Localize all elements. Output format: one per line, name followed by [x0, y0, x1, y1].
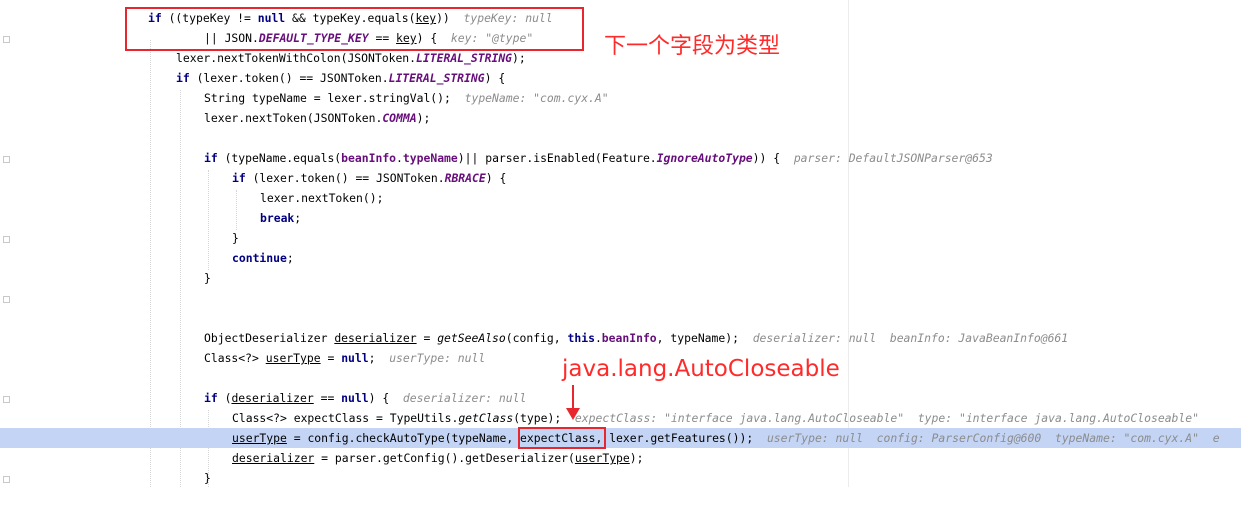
code-token: Class<?> expectClass = TypeUtils.	[232, 411, 459, 425]
code-token: this	[567, 331, 595, 345]
code-token: );	[512, 51, 526, 65]
code-line[interactable]: continue;	[0, 248, 1241, 268]
code-token: LITERAL_STRING	[388, 71, 485, 85]
code-line[interactable]: if (deserializer == null) { deserializer…	[0, 388, 1241, 408]
code-token: continue	[232, 251, 287, 265]
debug-inline-value: deserializer: null beanInfo: JavaBeanInf…	[752, 331, 1069, 345]
code-line[interactable]: Class<?> expectClass = TypeUtils.getClas…	[0, 408, 1241, 428]
code-token: lexer.nextTokenWithColon(JSONToken.	[176, 51, 417, 65]
code-token: , lexer.getFeatures());	[595, 431, 754, 445]
highlight-box-expect-class	[518, 427, 606, 449]
code-line[interactable]: String typeName = lexer.stringVal(); typ…	[0, 88, 1241, 108]
code-token: ;	[368, 351, 376, 365]
code-token: if	[204, 151, 218, 165]
code-line[interactable]: if (lexer.token() == JSONToken.RBRACE) {	[0, 168, 1241, 188]
code-token: ==	[313, 391, 342, 405]
code-token: }	[204, 271, 211, 285]
code-line[interactable]: }	[0, 228, 1241, 248]
code-token: .	[594, 331, 602, 345]
code-token: = config.checkAutoType(typeName,	[286, 431, 521, 445]
code-token: ObjectDeserializer	[204, 331, 335, 345]
code-token: =	[320, 351, 342, 365]
code-token: , typeName);	[656, 331, 739, 345]
code-token: );	[629, 451, 644, 465]
code-line[interactable]: lexer.nextToken();	[0, 188, 1241, 208]
code-token: beanInfo	[601, 331, 657, 345]
code-token: (	[217, 391, 232, 405]
code-token: )|| parser.isEnabled(Feature.	[457, 151, 657, 165]
code-line[interactable]: }	[0, 468, 1241, 488]
debug-inline-value: deserializer: null	[402, 391, 527, 405]
code-token: IgnoreAutoType	[656, 151, 753, 165]
code-token: }	[204, 471, 211, 485]
code-token: );	[416, 111, 431, 125]
code-token: (lexer.token() == JSONToken.	[189, 71, 389, 85]
annotation-arrow-head	[566, 408, 580, 420]
code-token: deserializer	[232, 451, 315, 465]
code-token: =	[416, 331, 438, 345]
code-token: getSeeAlso	[437, 331, 506, 345]
code-token: deserializer	[231, 391, 314, 405]
code-token: = parser.getConfig().getDeserializer(	[314, 451, 575, 465]
code-line[interactable]: ObjectDeserializer deserializer = getSee…	[0, 328, 1241, 348]
code-line[interactable]: deserializer = parser.getConfig().getDes…	[0, 448, 1241, 468]
code-token: RBRACE	[444, 171, 486, 185]
debug-inline-value: expectClass: "interface java.lang.AutoCl…	[574, 411, 1199, 425]
code-token: )) {	[752, 151, 781, 165]
code-line[interactable]: if (lexer.token() == JSONToken.LITERAL_S…	[0, 68, 1241, 88]
highlight-box-type-key	[125, 7, 584, 51]
code-token: null	[341, 391, 369, 405]
code-token: break	[260, 211, 295, 225]
code-token: beanInfo	[341, 151, 397, 165]
code-token: ) {	[485, 171, 507, 185]
code-token: (lexer.token() == JSONToken.	[245, 171, 445, 185]
code-token: ) {	[484, 71, 506, 85]
code-token: typeName	[402, 151, 458, 165]
code-token: if	[204, 391, 218, 405]
annotation-type-field-note: 下一个字段为类型	[604, 34, 781, 59]
code-token: }	[232, 231, 239, 245]
code-token: lexer.nextToken(JSONToken.	[204, 111, 383, 125]
code-token: userType	[574, 451, 630, 465]
code-token: userType	[232, 431, 287, 445]
code-line[interactable]: lexer.nextToken(JSONToken.COMMA);	[0, 108, 1241, 128]
code-token: (type);	[513, 411, 562, 425]
code-token: getClass	[458, 411, 514, 425]
code-line-current[interactable]: userType = config.checkAutoType(typeName…	[0, 428, 1241, 448]
code-line[interactable]: }	[0, 268, 1241, 288]
debug-inline-value: userType: null	[389, 351, 486, 365]
code-token: userType	[265, 351, 321, 365]
code-token: Class<?>	[204, 351, 266, 365]
code-token: (typeName.equals(	[217, 151, 342, 165]
code-token: COMMA	[382, 111, 417, 125]
code-token: ;	[294, 211, 302, 225]
code-token: .	[396, 151, 403, 165]
code-token: lexer.nextToken();	[260, 191, 384, 205]
debug-inline-value: userType: null config: ParserConfig@600 …	[766, 431, 1220, 445]
code-token: if	[176, 71, 190, 85]
annotation-expect-class-note: java.lang.AutoCloseable	[562, 356, 840, 382]
code-token: if	[232, 171, 246, 185]
code-token: ) {	[368, 391, 390, 405]
code-token: String typeName = lexer.stringVal();	[204, 91, 451, 105]
code-token: null	[341, 351, 369, 365]
code-token: deserializer	[334, 331, 417, 345]
code-token: LITERAL_STRING	[416, 51, 513, 65]
code-line[interactable]: break;	[0, 208, 1241, 228]
debug-inline-value: parser: DefaultJSONParser@653	[793, 151, 993, 165]
code-token: ;	[286, 251, 294, 265]
code-line[interactable]: if (typeName.equals(beanInfo.typeName)||…	[0, 148, 1241, 168]
code-token: (config,	[505, 331, 568, 345]
debug-inline-value: typeName: "com.cyx.A"	[464, 91, 609, 105]
